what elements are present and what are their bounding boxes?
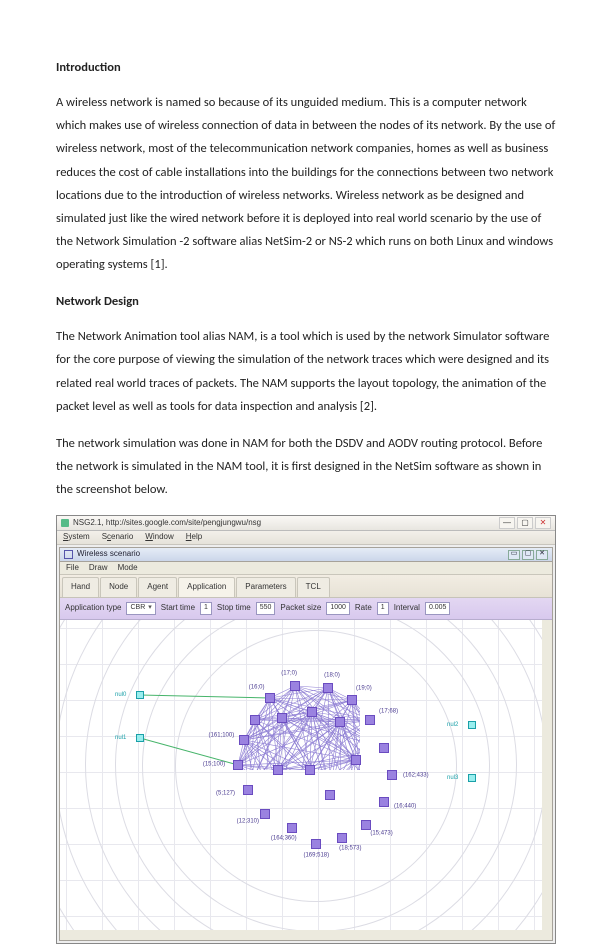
input-rate[interactable]: 1 <box>377 602 389 615</box>
subwindow-max-button[interactable]: ▢ <box>522 550 534 560</box>
network-node[interactable] <box>239 735 249 745</box>
menu-mode[interactable]: Mode <box>118 561 138 576</box>
node-label: (16;0) <box>249 682 265 693</box>
node-label: (164;360) <box>271 833 297 844</box>
node-label: (12;310) <box>237 817 259 828</box>
window-maximize-button[interactable]: ▢ <box>517 517 533 529</box>
horizontal-scrollbar[interactable] <box>64 930 246 939</box>
scenario-menubar: File Draw Mode <box>60 562 552 575</box>
network-node[interactable] <box>265 693 275 703</box>
network-node[interactable] <box>290 681 300 691</box>
network-node[interactable] <box>277 713 287 723</box>
design-p2: The network simulation was done in NAM f… <box>56 432 556 501</box>
input-interval[interactable]: 0.005 <box>425 602 451 615</box>
app-title: NSG2.1, http://sites.google.com/site/pen… <box>73 516 261 531</box>
input-start-time[interactable]: 1 <box>200 602 212 615</box>
node-label: (18;0) <box>324 670 340 681</box>
app-titlebar: NSG2.1, http://sites.google.com/site/pen… <box>57 516 555 531</box>
network-node[interactable] <box>323 683 333 693</box>
network-node[interactable] <box>260 809 270 819</box>
network-node[interactable] <box>305 765 315 775</box>
node-label: (17;0) <box>281 669 297 680</box>
network-node[interactable] <box>325 790 335 800</box>
tab-hand[interactable]: Hand <box>62 577 99 597</box>
topology-canvas[interactable]: (17;0) (18;0) (16;0) (19;0) (17;68) (161;100)… <box>60 620 552 940</box>
app-icon <box>61 519 69 527</box>
anchor-node[interactable]: nul3 <box>468 774 476 782</box>
node-label: (162;433) <box>403 771 429 782</box>
vertical-scrollbar[interactable] <box>542 624 551 736</box>
subwindow-icon <box>64 550 73 559</box>
tab-application[interactable]: Application <box>178 577 235 597</box>
intro-body: A wireless network is named so because o… <box>56 91 556 276</box>
anchor-node[interactable]: nul1 <box>136 734 144 742</box>
tab-agent[interactable]: Agent <box>138 577 177 597</box>
anchor-node[interactable]: nul2 <box>468 721 476 729</box>
design-p1: The Network Animation tool alias NAM, is… <box>56 325 556 418</box>
app-menubar: SSystemystem Scenario Window Help <box>57 531 555 545</box>
tab-node[interactable]: Node <box>100 577 137 597</box>
combo-app-type[interactable]: CBR▾ <box>126 602 155 615</box>
label-app-type: Application type <box>65 601 121 616</box>
node-label: (16;440) <box>394 802 416 813</box>
anchor-label: nul0 <box>115 690 126 701</box>
anchor-label: nul3 <box>447 773 458 784</box>
menu-system[interactable]: SSystemystem <box>63 530 90 545</box>
node-label: (161;100) <box>209 730 235 741</box>
label-stop-time: Stop time <box>217 601 251 616</box>
network-node[interactable] <box>379 743 389 753</box>
network-node[interactable] <box>347 695 357 705</box>
network-edges <box>60 620 360 770</box>
label-packet-size: Packet size <box>280 601 321 616</box>
network-node[interactable] <box>365 715 375 725</box>
menu-draw[interactable]: Draw <box>89 561 108 576</box>
label-rate: Rate <box>355 601 372 616</box>
tab-parameters[interactable]: Parameters <box>236 577 295 597</box>
network-node[interactable] <box>379 797 389 807</box>
network-node[interactable] <box>273 765 283 775</box>
subwindow-close-button[interactable]: ✕ <box>536 550 548 560</box>
param-row: Application type CBR▾ Start time 1 Stop … <box>60 598 552 620</box>
network-node[interactable] <box>233 760 243 770</box>
design-heading: Network Design <box>56 290 556 313</box>
anchor-label: nul2 <box>447 720 458 731</box>
menu-scenario[interactable]: Scenario <box>102 530 134 545</box>
chevron-down-icon: ▾ <box>148 602 152 615</box>
tab-tcl[interactable]: TCL <box>297 577 330 597</box>
node-label: (19;0) <box>356 684 372 695</box>
network-node[interactable] <box>250 715 260 725</box>
node-label: (18;573) <box>339 843 361 854</box>
network-node[interactable] <box>351 755 361 765</box>
tool-tabs: Hand Node Agent Application Parameters T… <box>60 575 552 598</box>
input-stop-time[interactable]: 550 <box>256 602 276 615</box>
menu-file[interactable]: File <box>66 561 79 576</box>
label-interval: Interval <box>394 601 420 616</box>
subwindow-min-button[interactable]: ▭ <box>508 550 520 560</box>
node-label: (169;518) <box>303 850 329 861</box>
network-node[interactable] <box>335 717 345 727</box>
node-label: (17;68) <box>379 707 398 718</box>
anchor-label: nul1 <box>115 733 126 744</box>
network-node[interactable] <box>243 785 253 795</box>
node-label: (15;473) <box>370 828 392 839</box>
window-close-button[interactable]: ✕ <box>535 517 551 529</box>
menu-help[interactable]: Help <box>186 530 202 545</box>
simulator-window: NSG2.1, http://sites.google.com/site/pen… <box>56 515 556 944</box>
intro-heading: Introduction <box>56 56 556 79</box>
input-packet-size[interactable]: 1000 <box>326 602 350 615</box>
anchor-node[interactable]: nul0 <box>136 691 144 699</box>
network-node[interactable] <box>387 770 397 780</box>
network-node[interactable] <box>311 839 321 849</box>
network-node[interactable] <box>337 833 347 843</box>
node-label: (15;100) <box>203 759 225 770</box>
menu-window[interactable]: Window <box>145 530 173 545</box>
node-label: (5;127) <box>216 788 235 799</box>
scenario-subwindow: Wireless scenario ▭ ▢ ✕ File Draw Mode H… <box>59 547 553 941</box>
window-minimize-button[interactable]: — <box>499 517 515 529</box>
label-start-time: Start time <box>161 601 195 616</box>
network-node[interactable] <box>287 823 297 833</box>
network-node[interactable] <box>307 707 317 717</box>
